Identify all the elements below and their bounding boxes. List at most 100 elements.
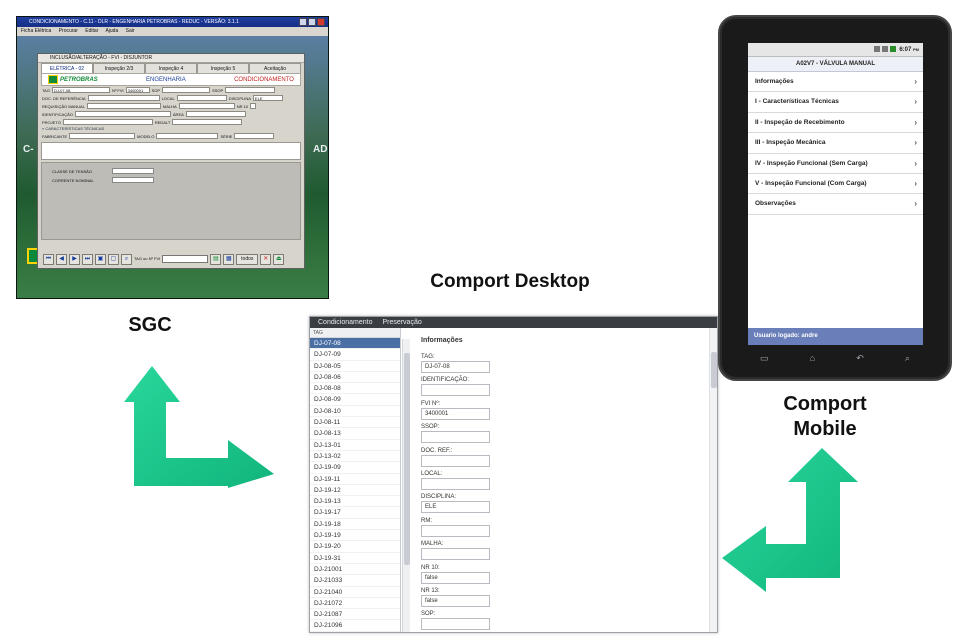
menu-item[interactable]: Ficha Elétrica — [21, 28, 51, 34]
sop-field[interactable] — [162, 87, 211, 93]
field-input[interactable] — [421, 431, 490, 444]
redalt-field[interactable] — [172, 119, 243, 125]
tag-list-item[interactable]: DJ-21033 — [310, 575, 400, 587]
monitor-icon[interactable]: ▣ — [95, 253, 106, 265]
serie-field[interactable] — [234, 133, 275, 139]
doc-field[interactable] — [87, 95, 160, 101]
field-input[interactable] — [421, 524, 490, 537]
maximize-icon[interactable] — [308, 18, 316, 26]
field-input[interactable]: 3400001 — [421, 407, 490, 420]
tag-list-scrollbar[interactable] — [402, 339, 410, 632]
grid-icon[interactable]: ▦ — [223, 253, 235, 265]
mobile-menu-item[interactable]: V - Inspeção Funcional (Com Carga) — [748, 174, 923, 195]
field-input[interactable]: DJ-07-08 — [421, 361, 490, 373]
mobile-menu-item[interactable]: I - Características Técnicas — [748, 92, 923, 113]
tag-list-item[interactable]: DJ-07-09 — [310, 349, 400, 361]
field-input[interactable] — [421, 477, 490, 490]
field-input[interactable] — [421, 618, 490, 631]
field-input[interactable] — [421, 384, 490, 397]
search-tag-input[interactable] — [162, 255, 209, 263]
area-field[interactable] — [185, 111, 246, 117]
tag-list-item[interactable]: DJ-19-09 — [310, 462, 400, 474]
back-key-icon[interactable]: ↶ — [856, 353, 864, 364]
delete-icon[interactable]: ✕ — [260, 253, 272, 265]
first-record-icon[interactable]: ⏮ — [43, 253, 54, 265]
menu-preservacao[interactable]: Preservação — [382, 319, 421, 326]
filter-select[interactable]: todos — [236, 253, 259, 265]
menu-condicionamento[interactable]: Condicionamento — [318, 319, 372, 326]
tag-list-item[interactable]: DJ-19-20 — [310, 541, 400, 553]
last-record-icon[interactable]: ⏭ — [82, 253, 93, 265]
tab-inspecao-5[interactable]: Inspeção 5 — [197, 63, 249, 73]
projeto-field[interactable] — [62, 119, 153, 125]
field-input[interactable]: false — [421, 571, 490, 584]
scrollbar-thumb[interactable] — [404, 353, 410, 565]
tag-list-item[interactable]: DJ-13-02 — [310, 451, 400, 463]
tag-list-item[interactable]: DJ-08-11 — [310, 417, 400, 429]
classe-tensao-field[interactable] — [112, 168, 154, 174]
nr10-checkbox[interactable] — [250, 103, 257, 109]
tag-list-item[interactable]: DJ-08-08 — [310, 383, 400, 395]
tag-list-item[interactable]: DJ-21040 — [310, 587, 400, 598]
tab-inspecao-4[interactable]: Inspeção 4 — [145, 63, 197, 73]
tag-list-item[interactable]: DJ-21097 — [310, 632, 400, 633]
tag-list-item[interactable]: DJ-19-12 — [310, 485, 400, 497]
tag-list-item[interactable]: DJ-19-31 — [310, 553, 400, 564]
mobile-menu-item[interactable]: Observações — [748, 194, 923, 215]
mobile-menu-item[interactable]: IV - Inspeção Funcional (Sem Carga) — [748, 154, 923, 174]
field-input[interactable] — [421, 548, 490, 561]
new-doc-icon[interactable]: ▢ — [108, 253, 119, 265]
search-key-icon[interactable]: ⌕ — [905, 353, 910, 364]
search-tag-icon[interactable]: ⌕ — [121, 253, 132, 265]
minimize-icon[interactable] — [299, 18, 307, 26]
tag-list-item[interactable]: DJ-08-05 — [310, 361, 400, 372]
tag-list-item[interactable]: DJ-08-13 — [310, 428, 400, 440]
modelo-field[interactable] — [156, 133, 219, 139]
mobile-menu-item[interactable]: II - Inspeção de Recebimento — [748, 113, 923, 134]
print-icon[interactable]: ▤ — [210, 253, 222, 265]
tab-inspecao-2-3[interactable]: Inspeção 2/3 — [93, 63, 145, 73]
local-field[interactable] — [176, 95, 227, 101]
field-input[interactable] — [421, 454, 490, 467]
tag-list-item[interactable]: DJ-19-18 — [310, 519, 400, 531]
exit-icon[interactable]: ⏏ — [273, 253, 285, 265]
fvi-field[interactable]: 3400001 — [125, 87, 150, 93]
menu-key-icon[interactable]: ▭ — [760, 353, 769, 364]
tag-list-item[interactable]: DJ-08-09 — [310, 394, 400, 406]
tag-list-item[interactable]: DJ-08-06 — [310, 372, 400, 384]
menu-item[interactable]: Editar — [85, 28, 98, 34]
tag-list-item[interactable]: DJ-08-10 — [310, 406, 400, 418]
corrente-nominal-field[interactable] — [112, 177, 154, 183]
menu-item[interactable]: Ajuda — [105, 28, 118, 34]
tag-list-item[interactable]: DJ-19-17 — [310, 507, 400, 519]
ssop-field[interactable] — [225, 87, 276, 93]
home-key-icon[interactable]: ⌂ — [810, 353, 815, 364]
mobile-menu-item[interactable]: Informações — [748, 72, 923, 93]
req-field[interactable] — [86, 103, 161, 109]
prev-record-icon[interactable]: ◀ — [56, 253, 67, 265]
menu-item[interactable]: Procurar — [59, 28, 78, 34]
mobile-menu-item[interactable]: III - Inspeção Mecânica — [748, 133, 923, 154]
form-scrollbar[interactable] — [709, 328, 717, 632]
fabricante-field[interactable] — [69, 133, 136, 139]
malha-field[interactable] — [178, 103, 235, 109]
next-record-icon[interactable]: ▶ — [69, 253, 80, 265]
tag-list-item[interactable]: DJ-21096 — [310, 620, 400, 632]
id-field[interactable] — [74, 111, 171, 117]
field-input[interactable]: ELE — [421, 501, 490, 514]
scrollbar-thumb[interactable] — [711, 352, 717, 388]
tab-aceitacao[interactable]: Aceitação — [249, 63, 301, 73]
field-input[interactable]: false — [421, 594, 490, 607]
tag-list-item[interactable]: DJ-19-19 — [310, 530, 400, 542]
tag-list-item[interactable]: DJ-13-01 — [310, 440, 400, 451]
tag-field[interactable]: DJ-07-08 — [51, 87, 110, 93]
tag-list-item[interactable]: DJ-19-11 — [310, 474, 400, 485]
tag-list-item[interactable]: DJ-21087 — [310, 609, 400, 621]
disciplina-field[interactable]: ELE — [252, 95, 283, 101]
tag-list-item[interactable]: DJ-21001 — [310, 564, 400, 576]
close-icon[interactable] — [317, 18, 325, 26]
menu-item[interactable]: Sair — [126, 28, 135, 34]
tag-list-item[interactable]: DJ-07-08 — [310, 338, 400, 350]
tag-list-item[interactable]: DJ-19-13 — [310, 496, 400, 508]
tag-list-item[interactable]: DJ-21072 — [310, 598, 400, 610]
